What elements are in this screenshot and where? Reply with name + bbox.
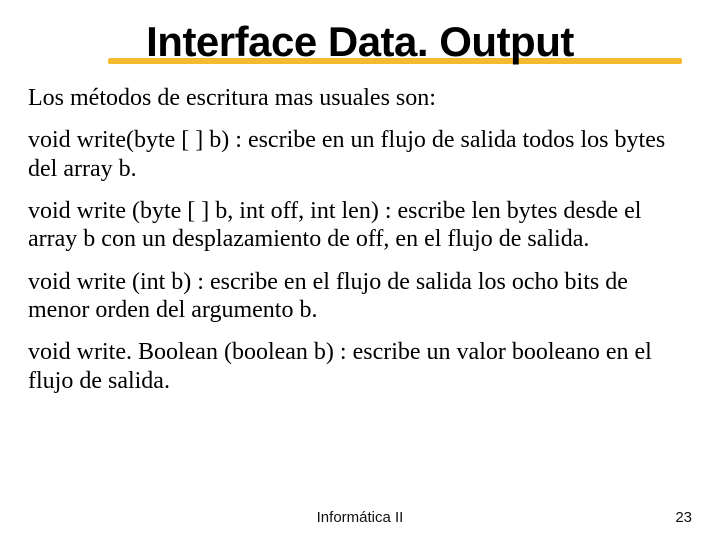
paragraph: void write(byte [ ] b) : escribe en un f… bbox=[28, 126, 692, 183]
footer-page-number: 23 bbox=[675, 509, 692, 526]
paragraph: void write (byte [ ] b, int off, int len… bbox=[28, 197, 692, 254]
intro-text: Los métodos de escritura mas usuales son… bbox=[28, 84, 692, 112]
paragraph: void write. Boolean (boolean b) : escrib… bbox=[28, 338, 692, 395]
title-container: Interface Data. Output bbox=[28, 18, 692, 72]
footer-course: Informática II bbox=[0, 509, 720, 526]
slide-title: Interface Data. Output bbox=[146, 18, 574, 66]
slide-body: Los métodos de escritura mas usuales son… bbox=[28, 84, 692, 395]
paragraph: void write (int b) : escribe en el flujo… bbox=[28, 268, 692, 325]
slide: Interface Data. Output Los métodos de es… bbox=[0, 0, 720, 540]
